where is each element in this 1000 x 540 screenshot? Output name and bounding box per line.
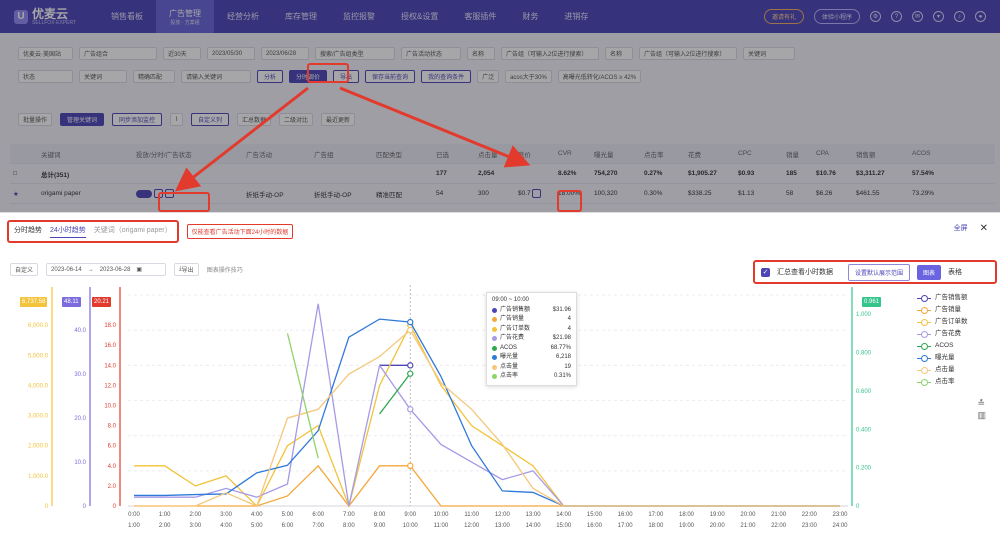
calendar-icon: ▣ — [136, 267, 143, 273]
legend-marker-icon — [917, 330, 931, 338]
tooltip-label: 广告花费 — [500, 335, 525, 341]
tooltip-value: 4 — [567, 316, 571, 322]
tooltip-value: $31.96 — [552, 306, 571, 313]
legend-marker-icon — [917, 378, 931, 386]
date-controls: 自定义 2023-06-14 → 2023-06-28 ▣ ⤓ 导出 图表操作技巧 — [10, 263, 243, 276]
legend-label: ACOS — [935, 342, 954, 349]
legend-item[interactable]: 广告销量 — [917, 304, 968, 316]
axis-badge-left1: 6,737.58 — [20, 297, 48, 307]
table-view-button[interactable]: 表格 — [948, 267, 962, 277]
legend-item[interactable]: ACOS — [917, 340, 968, 352]
series-dot-icon — [492, 355, 497, 361]
legend-marker-icon — [917, 294, 931, 302]
chart-tooltip: 09:00 ~ 10:00 广告销售额 $31.96 广告销量 4 广告订单数 4 广告花费… — [486, 292, 577, 386]
tab-group: 分时趋势 24小时趋势 关键词（origami paper） — [7, 220, 179, 243]
tooltip-label: 曝光量 — [500, 354, 519, 360]
tooltip-row: 广告销量 4 — [492, 315, 571, 325]
tab-24h-trend[interactable]: 24小时趋势 — [50, 225, 86, 238]
axis-badge-right: 0.961 — [862, 297, 882, 307]
series-dot-icon — [492, 317, 497, 323]
legend-item[interactable]: 点击量 — [917, 364, 968, 376]
tool-icon[interactable]: ≛ — [977, 397, 986, 409]
tooltip-label: 点击率 — [500, 373, 519, 379]
legend-marker-icon — [917, 306, 931, 314]
tooltip-value: 19 — [564, 363, 571, 370]
legend-marker-icon — [917, 342, 931, 350]
export-chart-button[interactable]: ⤓ 导出 — [174, 263, 199, 276]
start-date-text: 2023-06-14 — [51, 266, 82, 273]
tooltip-row: ACOS 68.77% — [492, 344, 571, 354]
series-dot-icon — [492, 307, 497, 313]
date-range-picker[interactable]: 2023-06-14 → 2023-06-28 ▣ — [46, 263, 167, 276]
side-tools: ≛ ▥ — [977, 397, 986, 421]
tooltip-row: 曝光量 6,218 — [492, 353, 571, 363]
tooltip-label: 点击量 — [500, 363, 519, 370]
export-label: 导出 — [181, 268, 194, 274]
series-dot-icon — [492, 336, 497, 342]
range-type-select[interactable]: 自定义 — [10, 263, 39, 276]
tab-time-trend[interactable]: 分时趋势 — [14, 225, 42, 238]
tooltip-row: 点击率 0.31% — [492, 372, 571, 382]
legend-item[interactable]: 广告订单数 — [917, 316, 968, 328]
tooltip-value: 0.31% — [553, 373, 571, 379]
legend-label: 广告销售额 — [935, 294, 968, 301]
hint-banner: 仅能查看广告活动下面24小时的数据 — [186, 224, 294, 239]
legend-item[interactable]: 广告销售额 — [917, 292, 968, 304]
legend-label: 广告花费 — [935, 330, 961, 337]
legend-label: 点击率 — [935, 378, 955, 385]
tooltip-value: 6,218 — [555, 354, 571, 360]
annotation-arrows — [174, 86, 531, 192]
tooltip-row: 广告销售额 $31.96 — [492, 306, 571, 316]
tab-keyword[interactable]: 关键词（origami paper） — [94, 225, 172, 238]
legend-label: 广告销量 — [935, 306, 961, 313]
set-default-range-button[interactable]: 设置默认展示范围 — [848, 263, 911, 281]
panel-actions: 全屏 ✕ — [954, 223, 988, 234]
legend-marker-icon — [917, 318, 931, 326]
chart-view-button[interactable]: 图表 — [917, 264, 942, 280]
tooltip-label: 广告销量 — [500, 316, 525, 322]
legend-item[interactable]: 广告花费 — [917, 328, 968, 340]
tooltip-row: 广告花费 $21.98 — [492, 334, 571, 344]
legend-item[interactable]: 点击率 — [917, 376, 968, 388]
panel-tabs: 分时趋势 24小时趋势 关键词（origami paper） 仅能查看广告活动下… — [7, 220, 294, 243]
summary-label: 汇总查看小时数据 — [777, 269, 833, 276]
legend-marker-icon — [917, 354, 931, 362]
tooltip-value: $21.98 — [552, 335, 571, 341]
axis-badge-left3: 20.21 — [92, 297, 112, 307]
legend-label: 曝光量 — [935, 354, 955, 361]
tooltip-label: 广告销售额 — [500, 306, 531, 313]
tooltip-value: 4 — [567, 325, 571, 332]
summary-controls: ✓ 汇总查看小时数据 设置默认展示范围 图表 表格 — [753, 260, 997, 284]
legend-label: 广告订单数 — [935, 318, 968, 325]
chart-tips[interactable]: 图表操作技巧 — [207, 265, 243, 274]
series-dot-icon — [492, 364, 497, 370]
series-dot-icon — [492, 326, 497, 332]
legend-marker-icon — [917, 366, 931, 374]
tooltip-value: 68.77% — [550, 344, 571, 351]
series-dot-icon — [492, 345, 497, 351]
fullscreen-button[interactable]: 全屏 — [954, 223, 968, 234]
legend-item[interactable]: 曝光量 — [917, 352, 968, 364]
tooltip-row: 广告订单数 4 — [492, 325, 571, 335]
summary-checkbox[interactable]: ✓ — [761, 267, 770, 277]
tooltip-row: 点击量 19 — [492, 363, 571, 373]
series-dot-icon — [492, 374, 497, 380]
chart-legend: 广告销售额广告销量广告订单数广告花费 ACOS 曝光量点击量点击率 — [917, 292, 968, 388]
close-icon[interactable]: ✕ — [980, 223, 988, 234]
tooltip-rows: 广告销售额 $31.96 广告销量 4 广告订单数 4 广告花费 $21.98 ACOS 68.7… — [492, 306, 571, 382]
axis-badge-left2: 48.11 — [62, 297, 81, 307]
end-date-text: 2023-06-28 — [99, 266, 131, 273]
tooltip-label: 广告订单数 — [500, 325, 531, 332]
bar-chart-icon[interactable]: ▥ — [977, 409, 986, 421]
tooltip-title: 09:00 ~ 10:00 — [492, 297, 529, 303]
tooltip-label: ACOS — [500, 344, 518, 351]
legend-label: 点击量 — [935, 366, 955, 373]
